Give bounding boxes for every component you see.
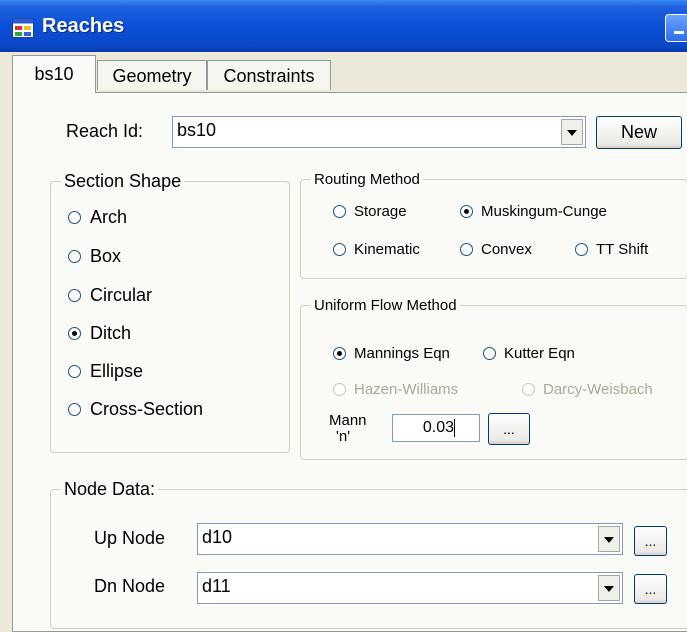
radio-label: Mannings Eqn: [354, 345, 450, 362]
radio-circle: [333, 383, 346, 396]
radio-circle-checked: [333, 347, 346, 360]
reach-id-label: Reach Id:: [66, 121, 144, 141]
radio-label: Ellipse: [90, 361, 144, 381]
radio-circle-checked: [460, 205, 473, 218]
chevron-down-icon[interactable]: [598, 526, 620, 552]
radio-storage[interactable]: Storage: [333, 203, 407, 220]
window-title: Reaches: [42, 15, 125, 37]
radio-box[interactable]: Box: [68, 246, 121, 267]
radio-arch[interactable]: Arch: [68, 207, 127, 228]
mann-n-label: 'n': [336, 428, 351, 445]
text-caret: [454, 418, 455, 437]
radio-circle-checked: [68, 327, 81, 340]
radio-kinematic[interactable]: Kinematic: [333, 241, 420, 258]
title-bar: Reaches: [0, 0, 687, 52]
radio-convex[interactable]: Convex: [460, 241, 532, 258]
radio-tt-shift[interactable]: TT Shift: [575, 241, 648, 258]
up-node-combo[interactable]: d10: [197, 523, 623, 555]
mann-n-browse-button[interactable]: ...: [488, 413, 530, 445]
radio-darcy-weisbach: Darcy-Weisbach: [522, 381, 653, 398]
chevron-down-icon[interactable]: [598, 575, 620, 601]
dn-node-browse-button[interactable]: ...: [634, 574, 667, 604]
radio-kutter-eqn[interactable]: Kutter Eqn: [483, 345, 575, 362]
dn-node-label: Dn Node: [94, 576, 166, 596]
radio-mannings-eqn[interactable]: Mannings Eqn: [333, 345, 450, 362]
radio-label: TT Shift: [596, 241, 649, 258]
chevron-down-icon[interactable]: [561, 119, 583, 145]
reach-id-value: bs10: [177, 120, 217, 140]
up-node-browse-button[interactable]: ...: [634, 526, 667, 556]
radio-label: Kinematic: [354, 241, 420, 258]
new-button[interactable]: New: [596, 116, 682, 149]
tab-bs10[interactable]: bs10: [12, 55, 96, 93]
app-window-icon: [12, 18, 34, 38]
radio-cross-section[interactable]: Cross-Section: [68, 399, 203, 420]
radio-label: Cross-Section: [90, 399, 204, 419]
mann-n-value: 0.03: [422, 419, 454, 436]
dn-node-value: d11: [202, 576, 231, 596]
radio-label: Ditch: [90, 323, 132, 343]
radio-label: Darcy-Weisbach: [543, 381, 653, 398]
routing-method-group: Routing Method: [300, 171, 687, 279]
mann-label: Mann: [329, 412, 367, 429]
radio-muskingum-cunge[interactable]: Muskingum-Cunge: [460, 203, 607, 220]
dn-node-combo[interactable]: d11: [197, 572, 623, 604]
radio-label: Convex: [481, 241, 532, 258]
radio-label: Hazen-Williams: [354, 381, 459, 398]
mann-n-input[interactable]: 0.03: [392, 414, 480, 442]
uniform-flow-title: Uniform Flow Method: [311, 297, 460, 314]
radio-circle: [68, 365, 81, 378]
up-node-value: d10: [202, 527, 233, 547]
radio-label: Arch: [90, 207, 128, 227]
radio-label: Storage: [354, 203, 407, 220]
radio-circle: [333, 205, 346, 218]
radio-label: Box: [90, 246, 122, 266]
minimize-icon: [674, 31, 684, 34]
radio-label: Muskingum-Cunge: [481, 203, 607, 220]
radio-circle: [68, 250, 81, 263]
radio-ditch[interactable]: Ditch: [68, 323, 131, 344]
radio-hazen-williams: Hazen-Williams: [333, 381, 458, 398]
radio-circle: [522, 383, 535, 396]
section-shape-title: Section Shape: [61, 171, 185, 192]
radio-ellipse[interactable]: Ellipse: [68, 361, 143, 382]
radio-circle: [460, 243, 473, 256]
radio-circle: [483, 347, 496, 360]
tab-constraints[interactable]: Constraints: [207, 60, 331, 90]
radio-label: Kutter Eqn: [504, 345, 575, 362]
routing-method-title: Routing Method: [311, 171, 423, 188]
node-data-group: Node Data:: [50, 479, 687, 629]
radio-circle: [333, 243, 346, 256]
radio-label: Circular: [90, 285, 153, 305]
radio-circular[interactable]: Circular: [68, 285, 152, 306]
tab-geometry[interactable]: Geometry: [97, 60, 207, 90]
reach-id-combo[interactable]: bs10: [172, 116, 586, 148]
radio-circle: [68, 403, 81, 416]
up-node-label: Up Node: [94, 528, 166, 548]
radio-circle: [68, 289, 81, 302]
node-data-title: Node Data:: [61, 479, 159, 500]
radio-circle: [575, 243, 588, 256]
radio-circle: [68, 211, 81, 224]
minimize-button[interactable]: [665, 14, 687, 42]
